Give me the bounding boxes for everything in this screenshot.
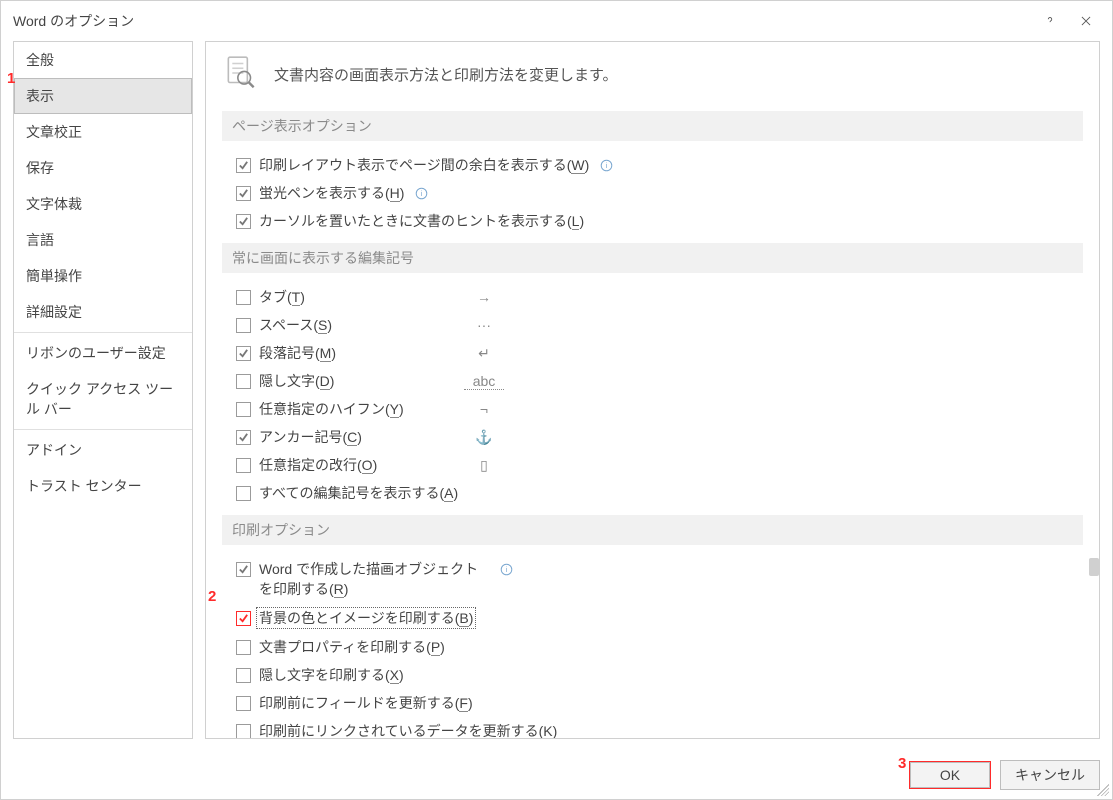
info-icon[interactable]: i: [414, 186, 428, 200]
nav-item-general[interactable]: 全般: [14, 42, 192, 78]
section-formatting-marks: 常に画面に表示する編集記号: [222, 243, 1083, 273]
section-print-options: 印刷オプション: [222, 515, 1083, 545]
resize-grip[interactable]: [1097, 784, 1109, 796]
tab-symbol: →: [464, 289, 504, 305]
checkbox[interactable]: [236, 696, 251, 711]
nav-item-proofing[interactable]: 文章校正: [14, 114, 192, 150]
checkbox[interactable]: [236, 486, 251, 501]
checkbox[interactable]: [236, 668, 251, 683]
opt-print-background: 背景の色とイメージを印刷する(B): [236, 603, 1083, 633]
opt-print-doc-properties: 文書プロパティを印刷する(P): [236, 633, 1083, 661]
hyphen-symbol: ¬: [464, 401, 504, 417]
space-symbol: ···: [464, 317, 504, 333]
opt-anchor-mark: アンカー記号(C) ⚓: [236, 423, 1083, 451]
checkbox[interactable]: [236, 290, 251, 305]
checkbox[interactable]: [236, 402, 251, 417]
cancel-button[interactable]: キャンセル: [1000, 760, 1100, 790]
close-button[interactable]: [1068, 3, 1104, 39]
opt-print-drawing-objects: Word で作成した描画オブジェクトを印刷する(R) i: [236, 555, 1083, 603]
pane-header-text: 文書内容の画面表示方法と印刷方法を変更します。: [274, 64, 618, 85]
nav-item-quick-access[interactable]: クイック アクセス ツール バー: [14, 371, 192, 427]
checkbox[interactable]: [236, 640, 251, 655]
checkbox[interactable]: [236, 186, 251, 201]
paragraph-symbol: ↵: [464, 345, 504, 362]
opt-optional-break-mark: 任意指定の改行(O) ▯: [236, 451, 1083, 479]
nav-item-advanced[interactable]: 詳細設定: [14, 294, 192, 330]
nav-item-customize-ribbon[interactable]: リボンのユーザー設定: [14, 335, 192, 371]
checkbox[interactable]: [236, 724, 251, 739]
hidden-text-symbol: abc: [464, 373, 504, 390]
info-icon[interactable]: i: [499, 562, 513, 576]
nav-item-addins[interactable]: アドイン: [14, 432, 192, 468]
help-button[interactable]: [1032, 3, 1068, 39]
opt-show-margin-between-pages: 印刷レイアウト表示でページ間の余白を表示する(W) i: [236, 151, 1083, 179]
nav-item-save[interactable]: 保存: [14, 150, 192, 186]
titlebar: Word のオプション: [1, 1, 1112, 41]
checkbox[interactable]: [236, 458, 251, 473]
svg-text:i: i: [605, 160, 607, 169]
opt-space-mark: スペース(S) ···: [236, 311, 1083, 339]
break-symbol: ▯: [464, 457, 504, 474]
category-sidebar: 全般 表示 文章校正 保存 文字体裁 言語 簡単操作 詳細設定 リボンのユーザー…: [13, 41, 193, 739]
opt-update-fields-before-print: 印刷前にフィールドを更新する(F): [236, 689, 1083, 717]
opt-show-tooltips-on-hover: カーソルを置いたときに文書のヒントを表示する(L): [236, 207, 1083, 235]
ok-button[interactable]: OK: [910, 762, 990, 788]
options-dialog: Word のオプション 全般 表示 文章校正 保存 文字体裁 言語 簡単操作 詳…: [0, 0, 1113, 800]
opt-update-linked-data-before-print: 印刷前にリンクされているデータを更新する(K): [236, 717, 1083, 739]
checkbox[interactable]: [236, 430, 251, 445]
opt-show-highlighter: 蛍光ペンを表示する(H) i: [236, 179, 1083, 207]
formatting-marks-options: タブ(T) → スペース(S) ··· 段落記号(M) ↵: [222, 283, 1083, 507]
window-title: Word のオプション: [13, 11, 134, 31]
nav-item-typography[interactable]: 文字体裁: [14, 186, 192, 222]
print-options: Word で作成した描画オブジェクトを印刷する(R) i 背景の色とイメージを印…: [222, 555, 1083, 739]
divider: [14, 332, 192, 333]
opt-tab-mark: タブ(T) →: [236, 283, 1083, 311]
document-magnifier-icon: [222, 54, 260, 95]
nav-item-display[interactable]: 表示: [14, 78, 192, 114]
checkbox[interactable]: [236, 346, 251, 361]
pane-header: 文書内容の画面表示方法と印刷方法を変更します。: [222, 54, 1083, 95]
opt-paragraph-mark: 段落記号(M) ↵: [236, 339, 1083, 367]
nav-item-ease-of-access[interactable]: 簡単操作: [14, 258, 192, 294]
opt-hidden-text-mark: 隠し文字(D) abc: [236, 367, 1083, 395]
dialog-footer: OK キャンセル: [1, 751, 1112, 799]
checkbox[interactable]: [236, 158, 251, 173]
page-display-options: 印刷レイアウト表示でページ間の余白を表示する(W) i 蛍光ペンを表示する(H)…: [222, 151, 1083, 235]
checkbox[interactable]: [236, 214, 251, 229]
checkbox[interactable]: [236, 562, 251, 577]
nav-item-trust-center[interactable]: トラスト センター: [14, 468, 192, 504]
checkbox[interactable]: [236, 318, 251, 333]
svg-text:i: i: [421, 188, 423, 197]
divider: [14, 429, 192, 430]
checkbox[interactable]: [236, 611, 251, 626]
svg-text:i: i: [505, 564, 507, 573]
scroll-handle[interactable]: [1089, 558, 1099, 576]
section-page-display: ページ表示オプション: [222, 111, 1083, 141]
anchor-symbol: ⚓: [464, 429, 504, 446]
options-pane: 文書内容の画面表示方法と印刷方法を変更します。 ページ表示オプション 印刷レイア…: [205, 41, 1100, 739]
opt-show-all-marks: すべての編集記号を表示する(A): [236, 479, 1083, 507]
checkbox[interactable]: [236, 374, 251, 389]
opt-optional-hyphen-mark: 任意指定のハイフン(Y) ¬: [236, 395, 1083, 423]
opt-print-hidden-text: 隠し文字を印刷する(X): [236, 661, 1083, 689]
nav-item-language[interactable]: 言語: [14, 222, 192, 258]
info-icon[interactable]: i: [599, 158, 613, 172]
